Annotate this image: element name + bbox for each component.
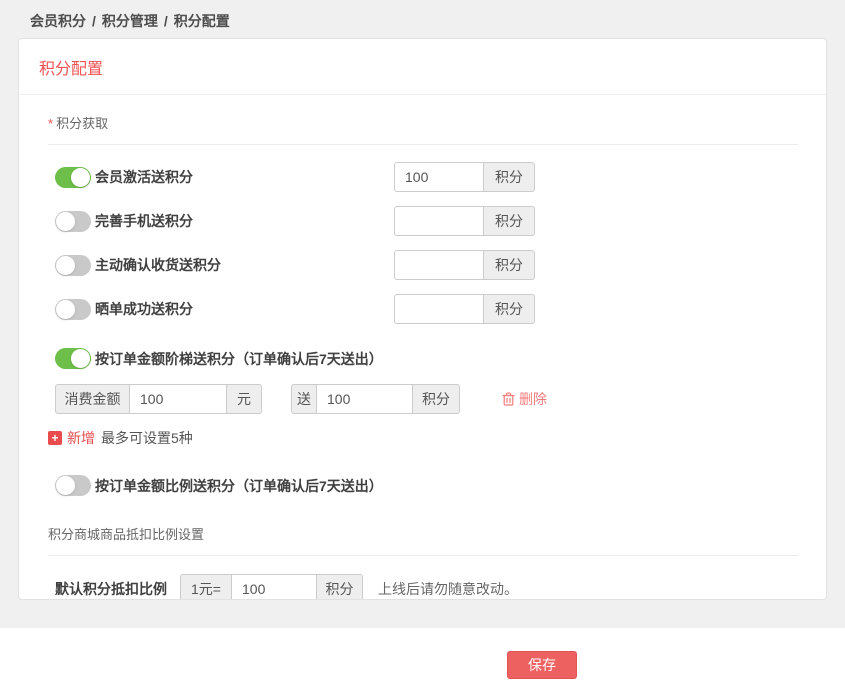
consume-amount-prefix: 消费金额 (55, 384, 130, 414)
delete-label: 删除 (519, 389, 547, 409)
toggle-row-order-amount-ratio: 按订单金额比例送积分（订单确认后7天送出） (55, 475, 798, 496)
breadcrumb-item-points-config[interactable]: 积分配置 (174, 13, 230, 29)
add-tier-line: + 新增 最多可设置5种 (48, 428, 798, 448)
toggle-knob (56, 212, 75, 231)
consume-amount-input[interactable] (129, 384, 227, 414)
add-label: 新增 (67, 428, 95, 448)
points-input-group: 积分 (394, 206, 535, 236)
footer-bar: 保存 (0, 628, 845, 690)
toggle-row-order-amount-ladder: 按订单金额阶梯送积分（订单确认后7天送出） (55, 348, 798, 369)
give-points-group: 送 积分 (291, 384, 460, 414)
consume-amount-group: 消费金额 元 (55, 384, 262, 414)
row-label: 会员激活送积分 (95, 167, 193, 187)
give-prefix: 送 (291, 384, 317, 414)
points-addon: 积分 (316, 574, 363, 600)
deduction-warning-text: 上线后请勿随意改动。 (378, 579, 518, 599)
row-label: 主动确认收货送积分 (95, 255, 221, 275)
points-input-group: 积分 (394, 294, 535, 324)
toggle-confirm-receipt[interactable] (55, 255, 91, 276)
ladder-tier-row: 消费金额 元 送 积分 删除 (55, 384, 798, 414)
trash-icon (502, 392, 515, 406)
breadcrumb-separator: / (164, 13, 168, 29)
deduction-points-input[interactable] (231, 574, 317, 600)
give-points-input[interactable] (316, 384, 413, 414)
points-input-group: 积分 (394, 162, 535, 192)
save-button[interactable]: 保存 (507, 651, 577, 679)
section-divider (48, 144, 798, 145)
row-label: 按订单金额比例送积分（订单确认后7天送出） (95, 476, 383, 496)
toggle-knob (71, 168, 90, 187)
yuan-addon: 元 (226, 384, 262, 414)
toggle-row-member-activation: 会员激活送积分 积分 (55, 162, 798, 192)
unit-addon: 积分 (483, 250, 535, 280)
toggle-knob (56, 300, 75, 319)
breadcrumb-separator: / (92, 13, 96, 29)
row-label: 晒单成功送积分 (95, 299, 193, 319)
toggle-row-confirm-receipt: 主动确认收货送积分 积分 (55, 250, 798, 280)
toggle-review-order[interactable] (55, 299, 91, 320)
breadcrumb: 会员积分 / 积分管理 / 积分配置 (0, 0, 845, 38)
panel-header: 积分配置 (19, 39, 826, 95)
add-tier-link[interactable]: + 新增 (48, 428, 95, 448)
toggle-order-amount-ratio[interactable] (55, 475, 91, 496)
plus-icon: + (48, 431, 62, 445)
unit-addon: 积分 (483, 294, 535, 324)
member-activation-points-input[interactable] (394, 162, 484, 192)
toggle-row-review-order: 晒单成功送积分 积分 (55, 294, 798, 324)
confirm-receipt-points-input[interactable] (394, 250, 484, 280)
page-title: 积分配置 (39, 61, 103, 78)
breadcrumb-item-points-management[interactable]: 积分管理 (102, 13, 158, 29)
points-addon: 积分 (412, 384, 460, 414)
row-label: 完善手机送积分 (95, 211, 193, 231)
toggle-row-complete-phone: 完善手机送积分 积分 (55, 206, 798, 236)
toggle-member-activation[interactable] (55, 167, 91, 188)
required-asterisk: * (48, 116, 53, 131)
section-points-acquisition: *积分获取 (48, 113, 798, 132)
toggle-knob (71, 349, 90, 368)
toggle-order-amount-ladder[interactable] (55, 348, 91, 369)
section-points-mall-deduction: 积分商城商品抵扣比例设置 (48, 524, 798, 543)
unit-addon: 积分 (483, 206, 535, 236)
unit-addon: 积分 (483, 162, 535, 192)
deduction-ratio-label: 默认积分抵扣比例 (55, 579, 180, 599)
points-config-panel: 积分配置 *积分获取 会员激活送积分 积分 完善手机送积分 积分 主动确认收货送… (18, 38, 827, 600)
section-divider (48, 555, 798, 556)
delete-tier-link[interactable]: 删除 (502, 389, 547, 409)
max-tiers-hint: 最多可设置5种 (101, 428, 193, 448)
breadcrumb-item-member-points[interactable]: 会员积分 (30, 13, 86, 29)
complete-phone-points-input[interactable] (394, 206, 484, 236)
points-input-group: 积分 (394, 250, 535, 280)
deduction-ratio-group: 1元= 积分 (180, 574, 363, 600)
panel-body: *积分获取 会员激活送积分 积分 完善手机送积分 积分 主动确认收货送积分 (19, 95, 826, 600)
toggle-knob (56, 256, 75, 275)
toggle-knob (56, 476, 75, 495)
default-deduction-row: 默认积分抵扣比例 1元= 积分 上线后请勿随意改动。 (55, 574, 798, 600)
yuan-equals-prefix: 1元= (180, 574, 232, 600)
row-label: 按订单金额阶梯送积分（订单确认后7天送出） (95, 349, 383, 369)
review-order-points-input[interactable] (394, 294, 484, 324)
toggle-complete-phone[interactable] (55, 211, 91, 232)
